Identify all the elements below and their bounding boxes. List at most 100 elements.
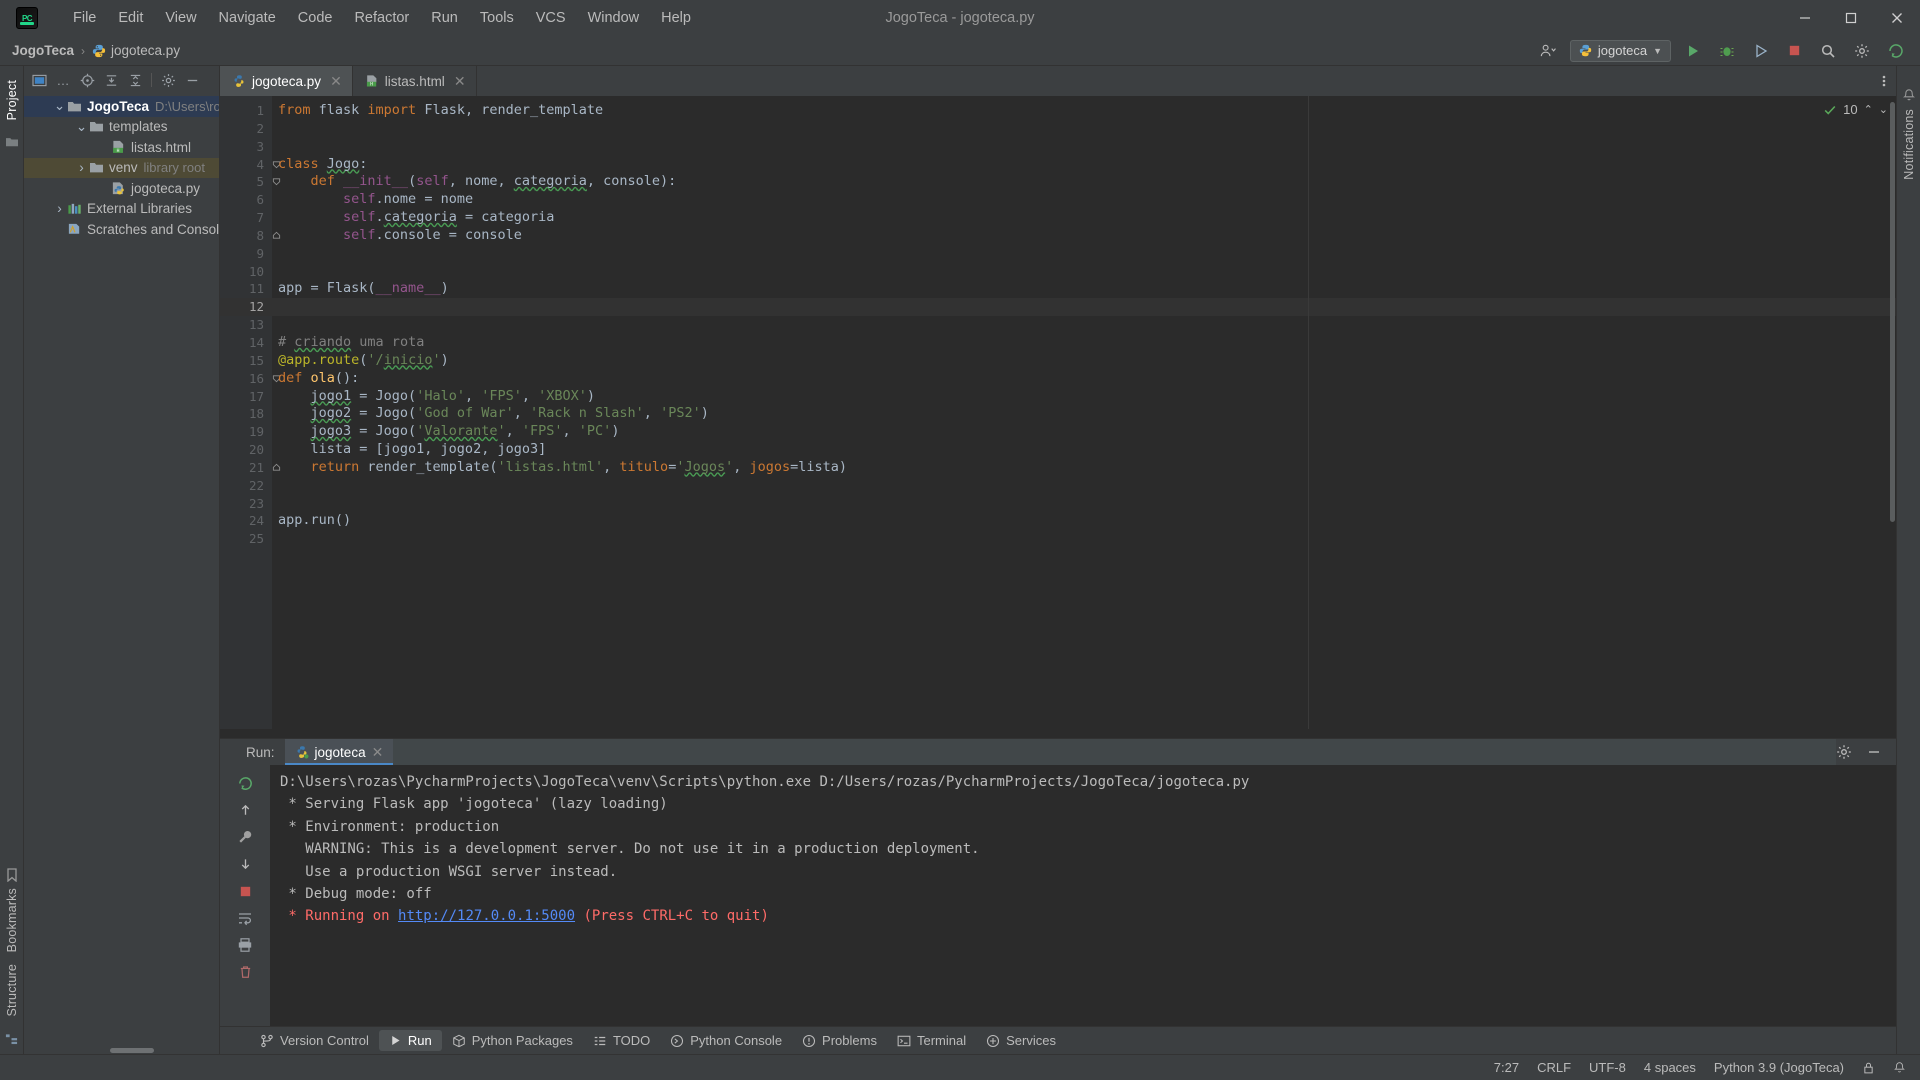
line-number[interactable]: 21 <box>220 459 281 477</box>
chevron-down-icon[interactable]: ⌄ <box>52 98 67 114</box>
menu-item-navigate[interactable]: Navigate <box>208 6 287 30</box>
breadcrumb-file[interactable]: jogoteca.py <box>92 43 180 58</box>
menu-item-tools[interactable]: Tools <box>469 6 525 30</box>
code-line[interactable]: class Jogo: <box>272 156 1896 174</box>
line-number[interactable]: 9 <box>220 245 272 263</box>
trash-icon[interactable] <box>232 960 258 984</box>
code-line[interactable]: self.console = console <box>272 227 1896 245</box>
bottom-item-python-console[interactable]: Python Console <box>660 1030 792 1051</box>
sidebar-item-notifications[interactable]: Notifications <box>1899 103 1919 186</box>
collapse-all-icon[interactable] <box>124 69 146 91</box>
close-icon[interactable]: ✕ <box>372 744 384 761</box>
line-number[interactable]: 22 <box>220 477 272 495</box>
tab-jogoteca-py[interactable]: jogoteca.py ✕ <box>220 66 353 96</box>
close-icon[interactable]: ✕ <box>330 73 342 90</box>
indent-setting[interactable]: 4 spaces <box>1644 1060 1696 1075</box>
line-number[interactable]: 23 <box>220 495 272 513</box>
code-line[interactable] <box>272 138 1896 156</box>
code-line[interactable]: return render_template('listas.html', ti… <box>272 459 1896 477</box>
bottom-item-todo[interactable]: TODO <box>583 1030 660 1051</box>
code-line[interactable]: def __init__(self, nome, categoria, cons… <box>272 173 1896 191</box>
project-scope-icon[interactable] <box>28 69 50 91</box>
print-icon[interactable] <box>232 933 258 957</box>
debug-icon[interactable] <box>1715 41 1739 61</box>
maximize-button[interactable] <box>1828 0 1874 36</box>
bottom-item-problems[interactable]: Problems <box>792 1030 887 1051</box>
stop-icon[interactable] <box>232 879 258 903</box>
scroll-up-icon[interactable] <box>232 798 258 822</box>
folder-icon[interactable] <box>5 136 19 148</box>
search-icon[interactable] <box>1816 41 1840 61</box>
window-controls[interactable] <box>1782 0 1920 36</box>
hide-panel-icon[interactable] <box>181 69 203 91</box>
console-url-link[interactable]: http://127.0.0.1:5000 <box>398 908 575 924</box>
code-line[interactable]: app = Flask(__name__) <box>272 280 1896 298</box>
notifications-icon[interactable] <box>1893 1061 1906 1075</box>
bookmarks-icon[interactable] <box>6 868 18 883</box>
scroll-down-icon[interactable] <box>232 852 258 876</box>
line-number[interactable]: 1 <box>220 102 272 120</box>
line-number[interactable]: 12 <box>220 298 272 317</box>
editor-vertical-scrollbar[interactable] <box>1889 102 1896 727</box>
expand-all-icon[interactable] <box>100 69 122 91</box>
chevron-down-icon[interactable]: ⌄ <box>74 119 89 135</box>
menu-item-refactor[interactable]: Refactor <box>343 6 420 30</box>
sidebar-item-structure[interactable]: Structure <box>2 958 22 1023</box>
menu-bar[interactable]: File Edit View Navigate Code Refactor Ru… <box>62 6 702 30</box>
chevron-up-icon[interactable]: ⌃ <box>1864 103 1873 116</box>
code-line[interactable] <box>272 316 1896 334</box>
tree-item-venv[interactable]: › venv library root <box>24 157 219 178</box>
tree-item-jogoteca-py[interactable]: jogoteca.py <box>24 178 219 199</box>
wrench-icon[interactable] <box>232 825 258 849</box>
tree-item-external-libraries[interactable]: › External Libraries <box>24 199 219 220</box>
line-number[interactable]: 2 <box>220 120 272 138</box>
lock-icon[interactable] <box>1862 1061 1875 1075</box>
code-line[interactable] <box>272 495 1896 513</box>
tree-item-listas-html[interactable]: H listas.html <box>24 137 219 158</box>
code-line[interactable]: lista = [jogo1, jogo2, jogo3] <box>272 441 1896 459</box>
tree-item-jogoteca[interactable]: ⌄ JogoTeca D:\Users\rozas\P <box>24 96 219 117</box>
tabs-options-icon[interactable] <box>1872 66 1896 96</box>
run-icon[interactable] <box>1681 41 1705 61</box>
menu-item-window[interactable]: Window <box>577 6 651 30</box>
notifications-bell-icon[interactable] <box>1902 88 1916 103</box>
code-editor[interactable]: 1 2 3 4 5 6 7 8 9 10 11 12 13 14 15 16 17 18 19 20 21 22 23 24 2… <box>220 96 1896 729</box>
tab-listas-html[interactable]: H listas.html ✕ <box>353 66 477 96</box>
locate-icon[interactable] <box>76 69 98 91</box>
line-number[interactable]: 11 <box>220 280 272 298</box>
chevron-down-icon[interactable]: ⌄ <box>1879 103 1888 116</box>
line-number[interactable]: 16 <box>220 370 281 388</box>
menu-item-vcs[interactable]: VCS <box>525 6 577 30</box>
sidebar-item-project[interactable]: Project <box>2 74 22 126</box>
code-line[interactable] <box>272 298 1896 317</box>
stop-icon[interactable] <box>1783 41 1806 60</box>
line-number[interactable]: 6 <box>220 191 272 209</box>
menu-item-run[interactable]: Run <box>420 6 469 30</box>
line-number[interactable]: 24 <box>220 512 272 530</box>
code-line[interactable]: # criando uma rota <box>272 334 1896 352</box>
settings-icon[interactable] <box>1836 744 1852 760</box>
line-number[interactable]: 7 <box>220 209 272 227</box>
editor-horizontal-scrollbar[interactable] <box>220 729 1896 738</box>
line-number[interactable]: 13 <box>220 316 272 334</box>
file-encoding[interactable]: UTF-8 <box>1589 1060 1626 1075</box>
sidebar-item-bookmarks[interactable]: Bookmarks <box>2 882 22 958</box>
code-line[interactable]: def ola(): <box>272 370 1896 388</box>
chevron-right-icon[interactable]: › <box>52 201 67 216</box>
line-number[interactable]: 18 <box>220 405 272 423</box>
project-horizontal-scrollbar[interactable] <box>24 1047 219 1054</box>
close-icon[interactable]: ✕ <box>454 73 466 90</box>
bottom-item-python-packages[interactable]: Python Packages <box>442 1030 583 1051</box>
line-number[interactable]: 4 <box>220 156 281 174</box>
run-console-output[interactable]: D:\Users\rozas\PycharmProjects\JogoTeca\… <box>270 765 1896 1026</box>
inspection-widget[interactable]: 10 ⌃ ⌄ <box>1823 102 1888 117</box>
code-line[interactable] <box>272 530 1896 548</box>
line-number[interactable]: 5 <box>220 173 281 191</box>
code-line[interactable] <box>272 120 1896 138</box>
code-line[interactable] <box>272 245 1896 263</box>
caret-position[interactable]: 7:27 <box>1494 1060 1519 1075</box>
code-line[interactable]: self.nome = nome <box>272 191 1896 209</box>
menu-item-code[interactable]: Code <box>287 6 344 30</box>
coverage-icon[interactable] <box>1749 41 1773 61</box>
line-number[interactable]: 19 <box>220 423 272 441</box>
